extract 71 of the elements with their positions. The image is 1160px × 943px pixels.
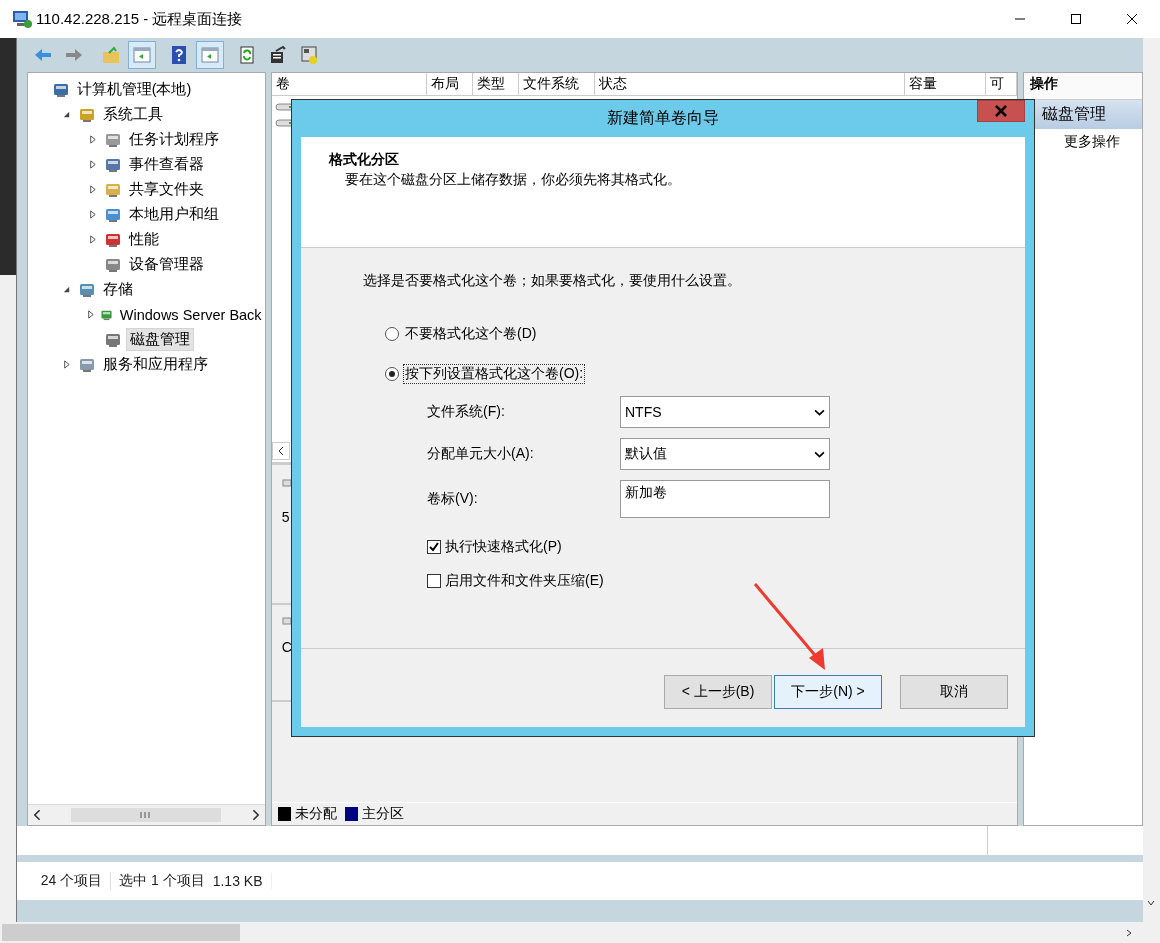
column-header[interactable]: 文件系统 (518, 73, 595, 95)
checkbox-label[interactable]: 执行快速格式化(P) (445, 538, 562, 556)
instruction-text: 选择是否要格式化这个卷；如果要格式化，要使用什么设置。 (363, 272, 742, 290)
tree-item[interactable]: 磁盘管理 (125, 328, 194, 351)
status-text: 24 个项目 (32, 872, 112, 890)
pane-icon (131, 45, 152, 65)
dropdown[interactable]: 默认值 (620, 438, 830, 470)
dialog-title: 新建简单卷向导 (607, 108, 719, 128)
collapsed-arrow-icon[interactable] (88, 235, 98, 244)
tree-item[interactable]: 系统工具 (99, 104, 166, 125)
column-header[interactable]: 布局 (427, 73, 474, 95)
collapsed-arrow-icon[interactable] (88, 185, 98, 194)
page-heading: 格式化分区 (329, 151, 400, 169)
radio-label[interactable]: 按下列设置格式化这个卷(O): (404, 365, 585, 383)
scrollbar-thumb[interactable] (71, 808, 222, 822)
radio-button[interactable] (385, 327, 399, 341)
properties-icon (298, 45, 319, 65)
tree-item[interactable]: Windows Server Back (116, 305, 265, 324)
collapsed-arrow-icon[interactable] (62, 360, 72, 369)
legend-label: 未分配 (294, 805, 337, 823)
close-icon[interactable] (1126, 13, 1138, 25)
field-label: 分配单元大小(A): (427, 445, 535, 463)
window-title: 110.42.228.215 - 远程桌面连接 (36, 9, 243, 29)
tree-item[interactable]: 设备管理器 (125, 254, 207, 275)
scroll-down-icon[interactable] (1146, 898, 1157, 908)
field-label: 文件系统(F): (427, 403, 506, 421)
status-text: 1.13 KB (212, 873, 272, 889)
tree-item[interactable]: 共享文件夹 (125, 179, 207, 200)
radio-button[interactable] (385, 367, 399, 381)
collapsed-arrow-icon[interactable] (88, 160, 98, 169)
scroll-left-icon[interactable] (271, 442, 290, 460)
checkbox[interactable] (427, 540, 441, 554)
page-description: 要在这个磁盘分区上储存数据，你必须先将其格式化。 (344, 171, 682, 189)
disk-info-text: C (281, 639, 293, 655)
disk-info-text: 5 (281, 509, 291, 525)
field-label: 卷标(V): (427, 490, 479, 508)
input-field[interactable]: 新加卷 (620, 480, 830, 518)
column-header[interactable]: 容量 (904, 73, 986, 95)
wizard-button[interactable]: 取消 (900, 675, 1008, 709)
wizard-button[interactable]: < 上一步(B) (664, 675, 772, 709)
expanded-arrow-icon[interactable] (62, 110, 72, 119)
scrollbar-thumb[interactable] (2, 924, 240, 941)
wizard-button[interactable]: 下一步(N) > (774, 675, 882, 709)
pane-icon (199, 45, 220, 65)
column-header[interactable]: 类型 (473, 73, 519, 95)
legend-label: 主分区 (361, 805, 404, 823)
tree-item[interactable]: 服务和应用程序 (99, 354, 211, 375)
scroll-right-icon[interactable] (1124, 927, 1134, 938)
column-header[interactable]: 卷 (271, 73, 428, 95)
close-button[interactable] (977, 100, 1025, 122)
dropdown[interactable]: NTFS (620, 396, 830, 428)
tree-item[interactable]: 存储 (99, 279, 136, 300)
status-text: 选中 1 个项目 (118, 872, 206, 890)
collapsed-arrow-icon[interactable] (86, 310, 96, 319)
maximize-icon[interactable] (1070, 13, 1082, 25)
tree-item[interactable]: 事件查看器 (125, 154, 207, 175)
remote-desktop-icon (12, 9, 32, 29)
tree-item[interactable]: 任务计划程序 (125, 129, 222, 150)
actions-header: 操作 (1023, 73, 1142, 100)
folder-icon (100, 45, 121, 65)
collapsed-arrow-icon[interactable] (88, 210, 98, 219)
column-header[interactable]: 状态 (594, 73, 905, 95)
column-header[interactable]: 可 (985, 73, 1017, 95)
checkbox-label[interactable]: 启用文件和文件夹压缩(E) (445, 572, 604, 590)
radio-label[interactable]: 不要格式化这个卷(D) (404, 325, 538, 343)
tree-item[interactable]: 本地用户和组 (125, 204, 222, 225)
expanded-arrow-icon[interactable] (62, 285, 72, 294)
tree-item[interactable]: 性能 (125, 229, 162, 250)
checkbox[interactable] (427, 574, 441, 588)
tree-item[interactable]: 计算机管理(本地) (73, 79, 195, 100)
collapsed-arrow-icon[interactable] (88, 135, 98, 144)
